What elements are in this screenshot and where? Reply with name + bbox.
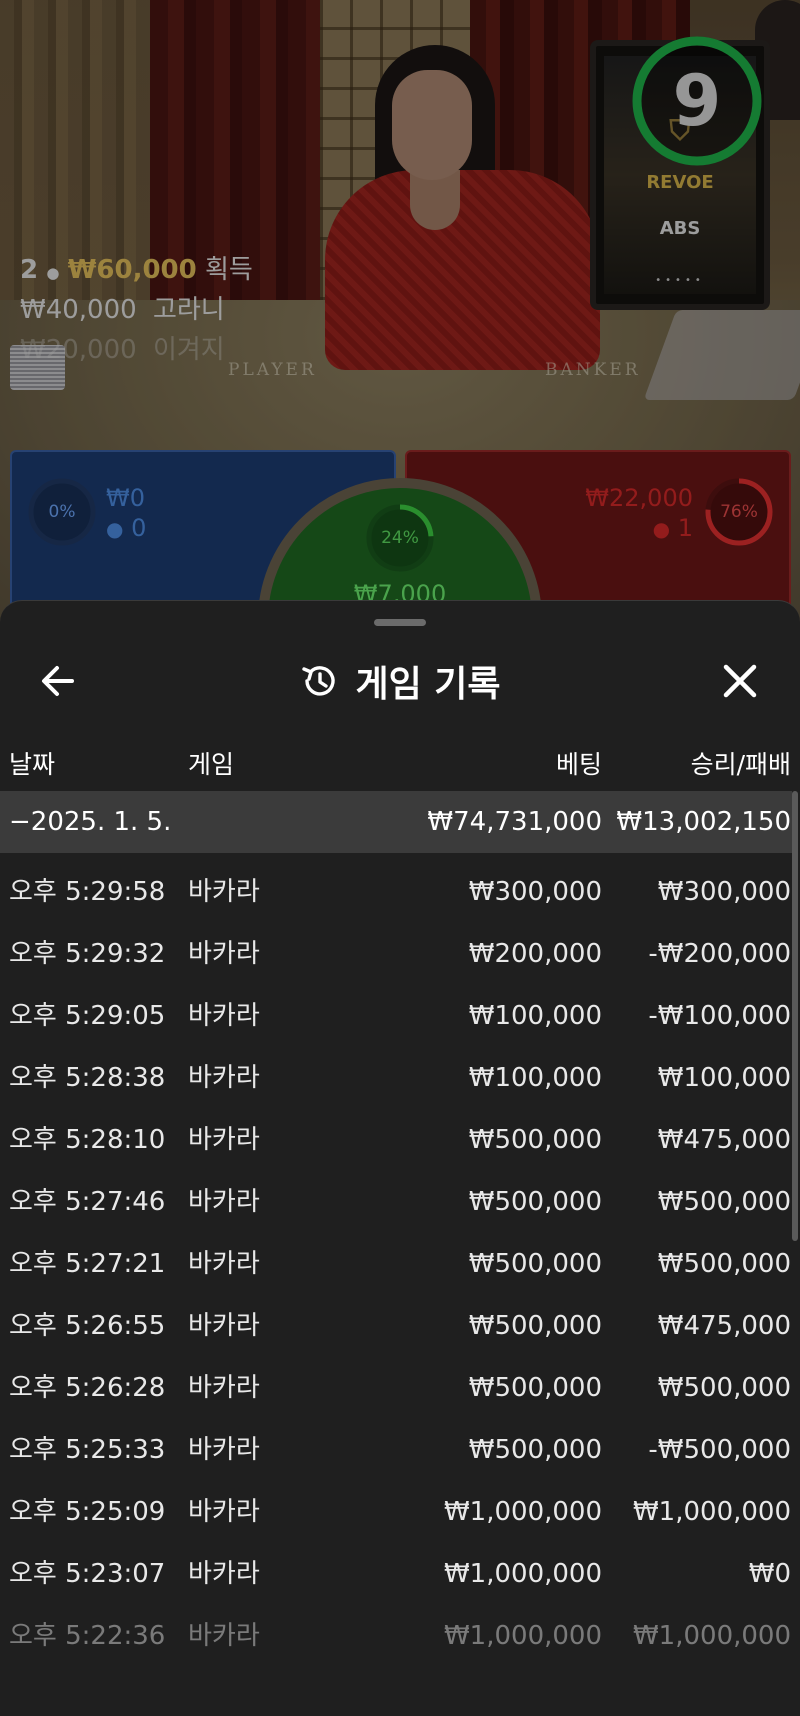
date-group-row[interactable]: −2025. 1. 5. ₩74,731,000 ₩13,002,150 [0, 791, 792, 853]
row-bet: ₩500,000 [468, 1373, 602, 1403]
group-date: −2025. 1. 5. [9, 807, 172, 837]
row-game: 바카라 [188, 1435, 260, 1465]
row-time: 오후 5:29:05 [9, 1001, 166, 1031]
row-bet: ₩100,000 [468, 1001, 602, 1031]
row-time: 오후 5:28:10 [9, 1125, 166, 1155]
row-time: 오후 5:27:46 [9, 1187, 166, 1217]
row-bet: ₩100,000 [468, 1063, 602, 1093]
row-game: 바카라 [188, 1559, 260, 1589]
row-game: 바카라 [188, 1125, 260, 1155]
history-row[interactable]: 오후 5:25:33 바카라 ₩500,000 -₩500,000 [0, 1419, 800, 1481]
row-game: 바카라 [188, 1001, 260, 1031]
row-game: 바카라 [188, 939, 260, 969]
row-result: -₩200,000 [648, 939, 791, 969]
close-button[interactable] [712, 653, 768, 709]
row-result: ₩500,000 [657, 1249, 791, 1279]
row-result: ₩1,000,000 [632, 1497, 791, 1527]
row-game: 바카라 [188, 877, 260, 907]
close-icon [723, 664, 757, 698]
history-row[interactable]: 오후 5:26:28 바카라 ₩500,000 ₩500,000 [0, 1357, 800, 1419]
row-result: ₩1,000,000 [632, 1621, 791, 1651]
row-time: 오후 5:22:36 [9, 1621, 166, 1651]
row-result: ₩0 [748, 1559, 791, 1589]
row-time: 오후 5:29:58 [9, 877, 166, 907]
drag-handle[interactable] [374, 619, 426, 626]
row-result: -₩500,000 [648, 1435, 791, 1465]
row-time: 오후 5:27:21 [9, 1249, 166, 1279]
row-game: 바카라 [188, 1311, 260, 1341]
scrollbar[interactable] [792, 791, 798, 1241]
row-game: 바카라 [188, 1063, 260, 1093]
row-bet: ₩500,000 [468, 1187, 602, 1217]
row-result: ₩475,000 [657, 1125, 791, 1155]
row-time: 오후 5:25:33 [9, 1435, 166, 1465]
row-bet: ₩200,000 [468, 939, 602, 969]
row-time: 오후 5:25:09 [9, 1497, 166, 1527]
row-bet: ₩1,000,000 [443, 1559, 602, 1589]
row-bet: ₩300,000 [468, 877, 602, 907]
history-row[interactable]: 오후 5:29:32 바카라 ₩200,000 -₩200,000 [0, 923, 800, 985]
row-game: 바카라 [188, 1249, 260, 1279]
sheet-header: 게임 기록 [0, 641, 800, 721]
history-rows: 오후 5:29:58 바카라 ₩300,000 ₩300,000 오후 5:29:32 바… [0, 861, 800, 1667]
game-history-sheet: 게임 기록 날짜 게임 베팅 승리/패배 −2025. 1. 5. ₩74,73… [0, 600, 800, 1716]
sheet-title: 게임 기록 [355, 664, 501, 705]
group-result-total: ₩13,002,150 [616, 807, 791, 837]
row-result: ₩300,000 [657, 877, 791, 907]
row-time: 오후 5:23:07 [9, 1559, 166, 1589]
row-result: ₩500,000 [657, 1187, 791, 1217]
history-row[interactable]: 오후 5:23:07 바카라 ₩1,000,000 ₩0 [0, 1543, 800, 1605]
column-game: 게임 [188, 750, 235, 779]
row-game: 바카라 [188, 1621, 260, 1651]
history-row[interactable]: 오후 5:29:58 바카라 ₩300,000 ₩300,000 [0, 861, 800, 923]
row-game: 바카라 [188, 1373, 260, 1403]
column-bet: 베팅 [555, 750, 602, 779]
row-time: 오후 5:26:55 [9, 1311, 166, 1341]
row-bet: ₩500,000 [468, 1311, 602, 1341]
row-time: 오후 5:29:32 [9, 939, 166, 969]
history-column-headers: 날짜 게임 베팅 승리/패배 [0, 731, 800, 791]
backdrop-overlay[interactable] [0, 0, 800, 640]
row-bet: ₩1,000,000 [443, 1497, 602, 1527]
row-game: 바카라 [188, 1497, 260, 1527]
history-row[interactable]: 오후 5:29:05 바카라 ₩100,000 -₩100,000 [0, 985, 800, 1047]
group-bet-total: ₩74,731,000 [427, 807, 602, 837]
history-row[interactable]: 오후 5:27:46 바카라 ₩500,000 ₩500,000 [0, 1171, 800, 1233]
row-result: ₩500,000 [657, 1373, 791, 1403]
row-time: 오후 5:28:38 [9, 1063, 166, 1093]
row-bet: ₩1,000,000 [443, 1621, 602, 1651]
column-result: 승리/패배 [690, 750, 791, 779]
history-row[interactable]: 오후 5:22:36 바카라 ₩1,000,000 ₩1,000,000 [0, 1605, 800, 1667]
row-result: ₩100,000 [657, 1063, 791, 1093]
row-bet: ₩500,000 [468, 1125, 602, 1155]
history-row[interactable]: 오후 5:28:10 바카라 ₩500,000 ₩475,000 [0, 1109, 800, 1171]
history-row[interactable]: 오후 5:28:38 바카라 ₩100,000 ₩100,000 [0, 1047, 800, 1109]
column-date: 날짜 [9, 750, 56, 779]
row-result: -₩100,000 [648, 1001, 791, 1031]
history-row[interactable]: 오후 5:25:09 바카라 ₩1,000,000 ₩1,000,000 [0, 1481, 800, 1543]
row-bet: ₩500,000 [468, 1249, 602, 1279]
row-game: 바카라 [188, 1187, 260, 1217]
row-bet: ₩500,000 [468, 1435, 602, 1465]
row-time: 오후 5:26:28 [9, 1373, 166, 1403]
row-result: ₩475,000 [657, 1311, 791, 1341]
history-row[interactable]: 오후 5:26:55 바카라 ₩500,000 ₩475,000 [0, 1295, 800, 1357]
history-icon [302, 666, 336, 696]
history-row[interactable]: 오후 5:27:21 바카라 ₩500,000 ₩500,000 [0, 1233, 800, 1295]
